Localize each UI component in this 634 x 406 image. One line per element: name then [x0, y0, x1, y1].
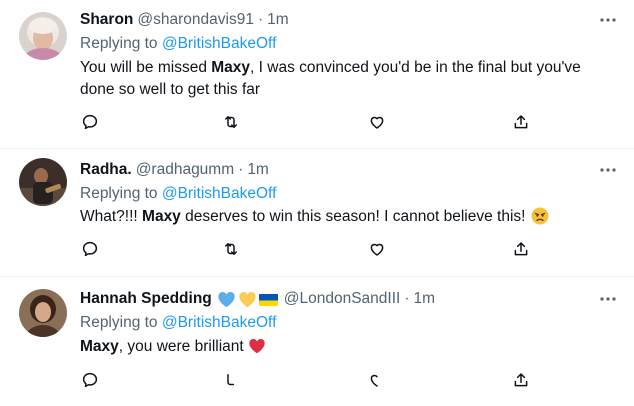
author-handle[interactable]: @LondonSandIII: [284, 289, 401, 309]
like-icon[interactable]: [367, 370, 387, 390]
yellow-heart-icon: [238, 291, 257, 308]
avatar[interactable]: [19, 289, 67, 337]
mention-link[interactable]: @BritishBakeOff: [162, 314, 277, 331]
tweet-text-bold: Maxy: [80, 338, 119, 355]
author-handle[interactable]: @radhagumm: [136, 160, 234, 180]
pouting-face-icon: [531, 207, 549, 232]
author-name[interactable]: Hannah Spedding: [80, 289, 212, 309]
like-icon[interactable]: [367, 239, 387, 259]
timestamp[interactable]: 1m: [267, 10, 289, 30]
timestamp[interactable]: 1m: [414, 289, 436, 309]
replying-to-label: Replying to: [80, 35, 162, 52]
tweet-text: What?!!! Maxy deserves to win this seaso…: [80, 206, 600, 232]
tweet[interactable]: Sharon @sharondavis91 · 1m Replying to @…: [0, 0, 634, 148]
reply-icon[interactable]: [80, 370, 100, 390]
replying-to-label: Replying to: [80, 314, 162, 331]
separator-dot: ·: [238, 161, 244, 178]
tweet-text-bold: Maxy: [211, 59, 251, 76]
tweet-text-part: deserves to win this season! I cannot be…: [180, 208, 526, 225]
tweet[interactable]: Hannah Spedding @LondonSandIII · 1m Repl…: [0, 277, 634, 406]
mention-link[interactable]: @BritishBakeOff: [162, 35, 277, 52]
tweet-text-part: What?!!!: [80, 208, 143, 225]
replying-to: Replying to @BritishBakeOff: [80, 313, 276, 333]
more-options-icon[interactable]: [598, 10, 618, 30]
tweet-text: Maxy, you were brilliant: [80, 336, 600, 361]
tweet-text-bold: Maxy: [142, 208, 181, 225]
share-icon[interactable]: [511, 112, 531, 132]
mention-link[interactable]: @BritishBakeOff: [162, 185, 277, 202]
like-icon[interactable]: [367, 112, 387, 132]
author-name[interactable]: Radha.: [80, 160, 132, 180]
red-heart-icon: [248, 338, 266, 361]
tweet-text-part: , you were brilliant: [118, 338, 244, 355]
author-handle[interactable]: @sharondavis91: [137, 10, 254, 30]
tweet-text: You will be missed Maxy, I was convinced…: [80, 57, 600, 101]
more-options-icon[interactable]: [598, 289, 618, 309]
share-icon[interactable]: [511, 370, 531, 390]
avatar[interactable]: [19, 158, 67, 206]
replying-to-label: Replying to: [80, 185, 162, 202]
ukraine-flag-icon: [258, 293, 278, 306]
tweet-text-part: You will be missed: [80, 59, 212, 76]
author-name[interactable]: Sharon: [80, 10, 133, 30]
retweet-icon[interactable]: [221, 239, 241, 259]
retweet-icon[interactable]: [221, 112, 241, 132]
avatar[interactable]: [19, 12, 67, 60]
replying-to: Replying to @BritishBakeOff: [80, 184, 276, 204]
reply-icon[interactable]: [80, 239, 100, 259]
timestamp[interactable]: 1m: [247, 160, 269, 180]
replying-to: Replying to @BritishBakeOff: [80, 34, 276, 54]
separator-dot: ·: [257, 11, 264, 28]
blue-heart-icon: [217, 291, 236, 308]
more-options-icon[interactable]: [598, 160, 618, 180]
separator-dot: ·: [404, 290, 410, 307]
reply-icon[interactable]: [80, 112, 100, 132]
share-icon[interactable]: [511, 239, 531, 259]
retweet-icon[interactable]: [221, 370, 241, 390]
tweet[interactable]: Radha. @radhagumm · 1m Replying to @Brit…: [0, 149, 634, 276]
